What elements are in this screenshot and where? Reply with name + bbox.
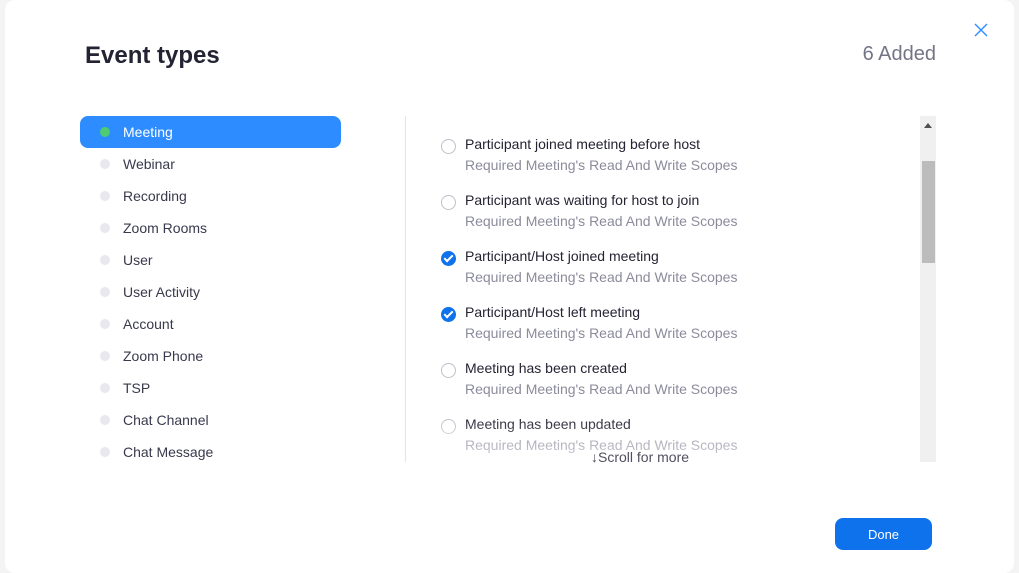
event-scope: Required Meeting's Read And Write Scopes (465, 269, 738, 285)
sidebar-item-label: TSP (123, 380, 151, 396)
sidebar-item-label: User Activity (123, 284, 201, 300)
event-name: Participant joined meeting before host (465, 136, 701, 152)
event-name: Participant/Host left meeting (465, 304, 641, 320)
sidebar-item-tsp[interactable]: TSP (80, 372, 341, 404)
scroll-up-arrow-icon[interactable] (924, 123, 932, 128)
event-checkbox[interactable] (441, 195, 456, 210)
status-dot-icon (100, 223, 110, 233)
sidebar-item-chat-message[interactable]: Chat Message (80, 436, 341, 468)
sidebar-item-user-activity[interactable]: User Activity (80, 276, 341, 308)
sidebar-item-zoom-phone[interactable]: Zoom Phone (80, 340, 341, 372)
sidebar-item-meeting[interactable]: Meeting (80, 116, 341, 148)
sidebar-item-zoom-rooms[interactable]: Zoom Rooms (80, 212, 341, 244)
status-dot-icon (100, 447, 110, 457)
sidebar-item-account[interactable]: Account (80, 308, 341, 340)
sidebar-item-webinar[interactable]: Webinar (80, 148, 341, 180)
close-icon[interactable] (973, 22, 989, 38)
modal-title: Event types (85, 42, 220, 69)
event-name: Meeting has been created (465, 360, 627, 376)
status-dot-icon (100, 351, 110, 361)
sidebar-item-label: Zoom Rooms (123, 220, 208, 236)
event-checkbox[interactable] (441, 139, 456, 154)
sidebar-item-label: Chat Channel (123, 412, 209, 428)
scrollbar-thumb[interactable] (922, 161, 935, 263)
event-checkbox[interactable] (441, 363, 456, 378)
event-scope: Required Meeting's Read And Write Scopes (465, 157, 738, 173)
done-button[interactable]: Done (835, 518, 932, 550)
event-checkbox-checked[interactable] (441, 251, 456, 266)
status-dot-icon (100, 287, 110, 297)
status-dot-icon (100, 319, 110, 329)
sidebar-item-label: Account (123, 316, 174, 332)
status-dot-icon (100, 191, 110, 201)
status-dot-icon (100, 159, 110, 169)
sidebar-item-label: Chat Message (123, 444, 214, 460)
event-checkbox-checked[interactable] (441, 307, 456, 322)
status-dot-icon (100, 255, 110, 265)
event-name: Participant/Host joined meeting (465, 248, 659, 264)
event-category-sidebar: Meeting Webinar Recording Zoom Rooms Use… (80, 116, 341, 468)
event-scope: Required Meeting's Read And Write Scopes (465, 213, 738, 229)
sidebar-item-label: Webinar (123, 156, 175, 172)
sidebar-item-label: User (123, 252, 153, 268)
event-list[interactable]: Participant joined meeting before host R… (435, 116, 915, 462)
event-scope: Required Meeting's Read And Write Scopes (465, 381, 738, 397)
added-count: 6 Added (862, 43, 936, 65)
sidebar-item-label: Recording (123, 188, 187, 204)
sidebar-item-user[interactable]: User (80, 244, 341, 276)
panel-divider (405, 116, 406, 462)
scroll-for-more-hint: ↓Scroll for more (591, 449, 690, 465)
event-scope: Required Meeting's Read And Write Scopes (465, 325, 738, 341)
event-list-scrollbar[interactable] (920, 116, 936, 462)
sidebar-item-recording[interactable]: Recording (80, 180, 341, 212)
status-dot-icon (100, 127, 110, 137)
event-name: Participant was waiting for host to join (465, 192, 700, 208)
sidebar-item-label: Meeting (123, 124, 173, 140)
status-dot-icon (100, 383, 110, 393)
sidebar-item-chat-channel[interactable]: Chat Channel (80, 404, 341, 436)
sidebar-item-label: Zoom Phone (123, 348, 204, 364)
status-dot-icon (100, 415, 110, 425)
